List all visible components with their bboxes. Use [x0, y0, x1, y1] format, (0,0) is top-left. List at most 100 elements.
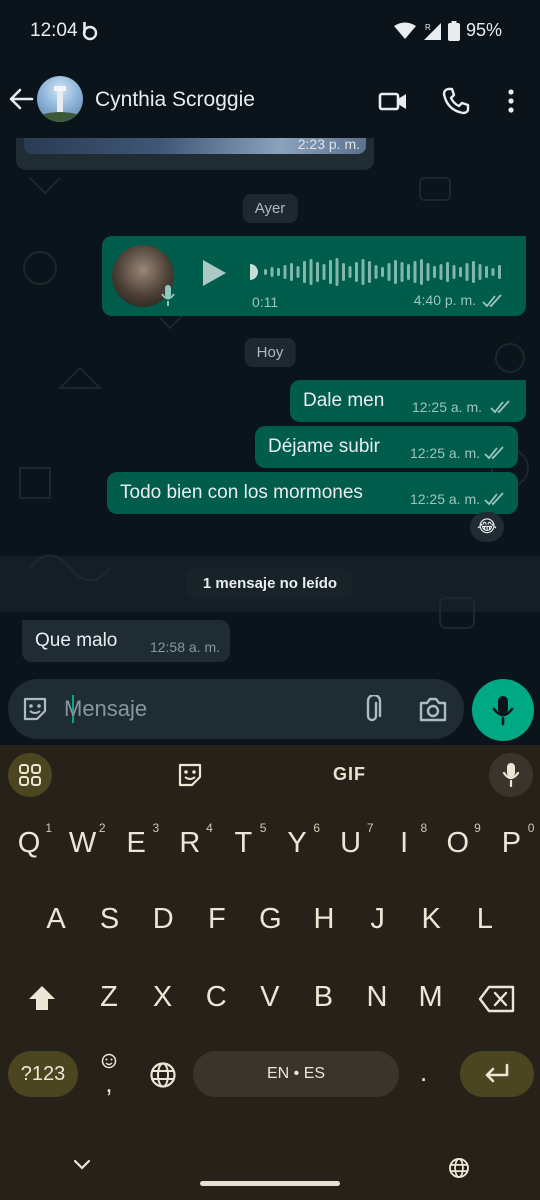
voice-record-button[interactable] — [472, 679, 534, 741]
key-label: X — [152, 981, 173, 1013]
waveform-bar — [400, 262, 404, 282]
key-c[interactable]: C — [189, 981, 243, 1014]
waveform-bar — [355, 262, 358, 282]
read-receipt-icon — [490, 400, 510, 414]
key-q[interactable]: Q1 — [2, 821, 56, 860]
waveform-bar — [303, 261, 306, 283]
gesture-nav-bar[interactable] — [200, 1181, 340, 1186]
attach-icon[interactable] — [360, 695, 384, 725]
waveform-bar — [407, 264, 410, 280]
chat-conversation[interactable]: 2:23 p. m. Ayer 0:11 4:40 p. m. Hoy Dale… — [0, 138, 540, 745]
contact-avatar[interactable] — [37, 76, 83, 122]
message-reaction[interactable]: 😂 — [470, 512, 504, 542]
waveform-bar — [374, 265, 378, 279]
waveform-bar — [264, 269, 267, 275]
gif-button[interactable]: GIF — [333, 764, 366, 785]
shift-key-icon[interactable] — [27, 983, 57, 1013]
waveform-bar — [478, 264, 482, 280]
key-label: Z — [100, 981, 118, 1013]
key-a[interactable]: A — [29, 903, 83, 936]
waveform-bar — [361, 259, 365, 285]
key-m[interactable]: M — [404, 981, 458, 1014]
message-time: 12:25 a. m. — [409, 491, 480, 507]
key-f[interactable]: F — [190, 903, 244, 936]
key-u[interactable]: U7 — [324, 821, 378, 860]
key-i[interactable]: I8 — [377, 821, 431, 860]
keyboard-apps-button[interactable] — [8, 753, 52, 797]
key-number-hint: 4 — [206, 821, 213, 835]
more-options-icon[interactable] — [496, 86, 526, 116]
key-number-hint: 2 — [98, 821, 106, 835]
video-call-icon[interactable] — [378, 86, 408, 116]
key-d[interactable]: D — [136, 903, 190, 936]
outgoing-message-2[interactable]: Déjame subir 12:25 a. m. — [255, 426, 518, 468]
key-z[interactable]: Z — [82, 981, 136, 1014]
key-label: D — [152, 903, 174, 935]
key-r[interactable]: R4 — [163, 821, 217, 860]
key-k[interactable]: K — [404, 903, 458, 936]
key-w[interactable]: W2 — [56, 821, 110, 860]
sticker-emoji-icon[interactable] — [21, 695, 49, 723]
backspace-key-icon[interactable] — [478, 985, 516, 1013]
key-x[interactable]: X — [136, 981, 190, 1014]
message-time: 12:25 a. m. — [409, 445, 480, 461]
voice-waveform[interactable] — [250, 252, 506, 292]
keyboard-voice-button[interactable] — [489, 753, 533, 797]
space-key[interactable]: EN • ES — [193, 1051, 399, 1097]
voice-message[interactable]: 0:11 4:40 p. m. — [102, 236, 526, 316]
key-number-hint: 6 — [313, 821, 320, 835]
keyboard-sticker-icon[interactable] — [176, 761, 204, 789]
waveform-bar — [270, 267, 274, 277]
key-number-hint: 0 — [527, 821, 535, 835]
incoming-message-1[interactable]: Que malo 12:58 a. m. — [22, 620, 230, 662]
key-s[interactable]: S — [83, 903, 137, 936]
outgoing-message-3[interactable]: Todo bien con los mormones 12:25 a. m. — [107, 472, 518, 514]
hide-keyboard-chevron-icon[interactable] — [73, 1159, 91, 1171]
key-j[interactable]: J — [351, 903, 405, 936]
waveform-bar — [329, 260, 332, 284]
language-globe-icon[interactable] — [149, 1061, 177, 1089]
key-o[interactable]: O9 — [431, 821, 485, 860]
message-text: Que malo — [35, 630, 118, 651]
contact-name[interactable]: Cynthia Scroggie — [95, 88, 255, 112]
waveform-bar — [452, 265, 456, 279]
switch-keyboard-globe-icon[interactable] — [448, 1157, 470, 1179]
date-chip-yesterday: Ayer — [242, 194, 298, 223]
key-label: H — [313, 903, 335, 935]
key-label: G — [259, 903, 282, 935]
waveform-bar — [465, 263, 469, 281]
image-message[interactable]: 2:23 p. m. — [16, 138, 374, 170]
key-l[interactable]: L — [458, 903, 512, 936]
waveform-bar — [491, 268, 495, 276]
key-h[interactable]: H — [297, 903, 351, 936]
key-v[interactable]: V — [243, 981, 297, 1014]
enter-key[interactable] — [460, 1051, 534, 1097]
unread-messages-banner: 1 mensaje no leído — [186, 568, 354, 599]
back-arrow-icon[interactable] — [8, 86, 34, 112]
period-key[interactable]: . — [420, 1057, 427, 1088]
message-time: 4:40 p. m. — [413, 292, 476, 308]
camera-icon[interactable] — [418, 695, 448, 723]
message-composer[interactable]: Mensaje — [8, 679, 464, 739]
waveform-bar — [387, 263, 391, 281]
phone-call-icon[interactable] — [441, 86, 471, 116]
symbols-key[interactable]: ?123 — [8, 1051, 78, 1097]
key-label: A — [46, 903, 66, 935]
emoji-comma-key[interactable]: , — [96, 1053, 122, 1096]
waveform-bar — [342, 263, 345, 281]
key-n[interactable]: N — [350, 981, 404, 1014]
key-number-hint: 5 — [259, 821, 267, 835]
key-b[interactable]: B — [296, 981, 350, 1014]
waveform-bar — [433, 266, 436, 278]
key-label: K — [421, 903, 441, 935]
status-time: 12:04 — [30, 20, 78, 41]
key-e[interactable]: E3 — [109, 821, 163, 860]
key-p[interactable]: P0 — [484, 821, 538, 860]
waveform-bar — [420, 259, 423, 285]
key-t[interactable]: T5 — [216, 821, 270, 860]
key-g[interactable]: G — [243, 903, 297, 936]
outgoing-message-1[interactable]: Dale men 12:25 a. m. — [290, 380, 526, 422]
play-icon[interactable] — [200, 258, 228, 288]
key-y[interactable]: Y6 — [270, 821, 324, 860]
message-input[interactable]: Mensaje — [64, 696, 147, 722]
